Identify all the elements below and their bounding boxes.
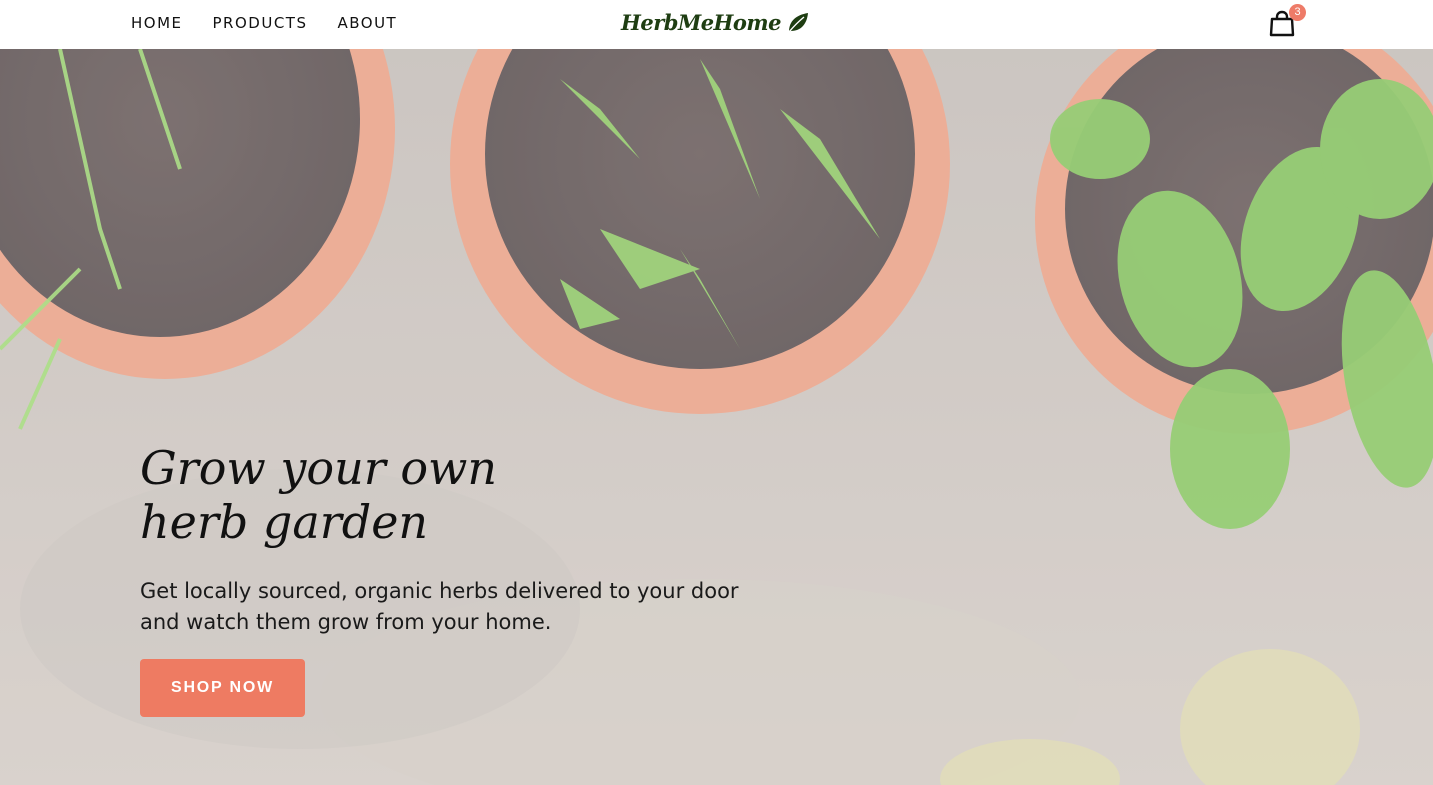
brand-logo-text: HerbMeHome [621, 10, 782, 35]
hero-section: Grow your own herb garden Get locally so… [0, 49, 1433, 785]
hero-subtitle: Get locally sourced, organic herbs deliv… [140, 579, 739, 634]
nav-link-products[interactable]: PRODUCTS [213, 14, 308, 32]
leaf-icon [788, 12, 808, 32]
shop-now-button[interactable]: SHOP NOW [140, 659, 305, 717]
top-navbar: HOME PRODUCTS ABOUT HerbMeHome 3 [0, 0, 1433, 49]
main-nav: HOME PRODUCTS ABOUT [131, 14, 397, 32]
nav-link-about[interactable]: ABOUT [337, 14, 397, 32]
hero-title: Grow your own herb garden [140, 441, 498, 549]
nav-link-home[interactable]: HOME [131, 14, 183, 32]
brand-logo[interactable]: HerbMeHome [621, 10, 810, 35]
cart-count-badge: 3 [1289, 4, 1306, 21]
